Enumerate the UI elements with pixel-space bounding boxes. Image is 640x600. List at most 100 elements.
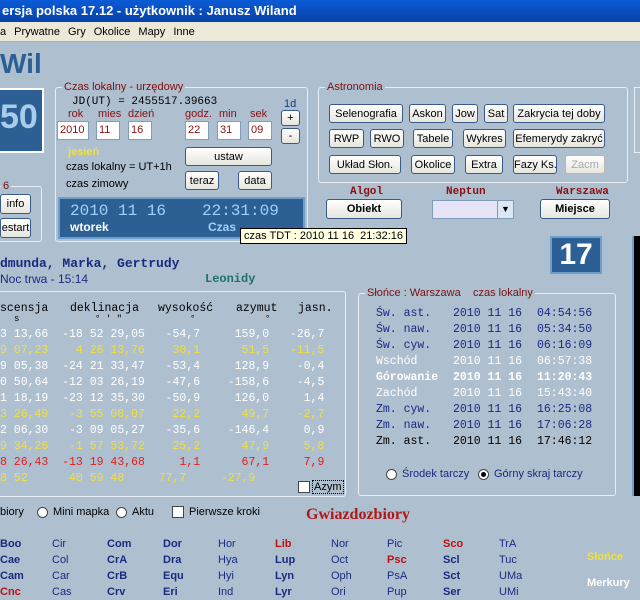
constellation-link[interactable]: Hya [218, 554, 238, 566]
algol-label: Algol [350, 186, 384, 198]
constellation-link[interactable]: Tuc [499, 554, 517, 566]
planet-row: 9 05,38 -24 21 33,47 -53,4 128,9 -0,4 [0, 360, 325, 373]
constellation-link[interactable]: UMi [499, 586, 519, 598]
minus-button[interactable]: - [281, 128, 300, 144]
menu-item-inne[interactable]: Inne [173, 22, 194, 42]
planet-row: 3 26,49 -3 55 08,07 22,2 49,7 -2,7 [0, 408, 325, 421]
minute-input[interactable]: 31 [217, 121, 241, 140]
constellation-link[interactable]: Cas [52, 586, 72, 598]
constellation-link[interactable]: Lyr [275, 586, 292, 598]
date-button[interactable]: data [238, 171, 272, 190]
menu-bar: a Prywatne Gry Okolice Mapy Inne [0, 22, 640, 42]
object-select[interactable]: ▼ [432, 200, 514, 219]
info-button[interactable]: info [0, 194, 31, 214]
menu-item-okolice[interactable]: Okolice [94, 22, 131, 42]
dropdown-arrow-icon[interactable]: ▼ [497, 201, 513, 218]
constellation-link[interactable]: Cam [0, 570, 24, 582]
plus-button[interactable]: + [281, 110, 300, 126]
menu-item-gry[interactable]: Gry [68, 22, 86, 42]
sat-button[interactable]: Sat [484, 104, 508, 123]
askon-button[interactable]: Askon [409, 104, 446, 123]
sun-cell-d: 2010 11 16 [453, 355, 523, 368]
azym-label: Azym [312, 480, 344, 494]
mercury-link[interactable]: Merkury [587, 577, 630, 589]
menu-item-prywatne[interactable]: Prywatne [14, 22, 60, 42]
rwp-button[interactable]: RWP [329, 129, 364, 148]
constellation-link[interactable]: Crv [107, 586, 125, 598]
constellation-link[interactable]: Oph [331, 570, 352, 582]
constellation-link[interactable]: Hyi [218, 570, 234, 582]
constellation-link[interactable]: Sco [443, 538, 463, 550]
sun-cell-d: 2010 11 16 [453, 371, 523, 384]
constellation-link[interactable]: PsA [387, 570, 407, 582]
constellation-link[interactable]: Lup [275, 554, 295, 566]
aktu-radio[interactable] [116, 507, 127, 518]
zacm-button[interactable]: Zacm [565, 155, 605, 174]
constellation-link[interactable]: Ori [331, 586, 346, 598]
now-button[interactable]: teraz [185, 171, 219, 190]
display-date: 2010 11 16 [70, 202, 167, 220]
wykres-button[interactable]: Wykres [463, 129, 506, 148]
miejsce-button[interactable]: Miejsce [540, 199, 610, 219]
obiekt-button[interactable]: Obiekt [326, 199, 402, 219]
constellation-link[interactable]: Scl [443, 554, 460, 566]
year-input[interactable]: 2010 [57, 121, 89, 140]
constellation-link[interactable]: Cir [52, 538, 66, 550]
okolice-button[interactable]: Okolice [411, 155, 455, 174]
first-steps-checkbox[interactable] [172, 506, 184, 518]
constellation-link[interactable]: Cae [0, 554, 20, 566]
astronomy-label: Astronomia [325, 81, 385, 93]
constellation-link[interactable]: TrA [499, 538, 516, 550]
zakrycia-button[interactable]: Zakrycia tej doby [513, 104, 605, 123]
upper-limb-radio[interactable] [478, 469, 489, 480]
restart-button[interactable]: estart [0, 218, 31, 238]
constellation-link[interactable]: Dor [163, 538, 182, 550]
sun-cell-t: 16:25:08 [537, 403, 593, 416]
azym-checkbox[interactable] [298, 481, 310, 493]
extra-button[interactable]: Extra [465, 155, 503, 174]
constellation-link[interactable]: Equ [163, 570, 184, 582]
rwo-button[interactable]: RWO [370, 129, 404, 148]
constellation-link[interactable]: Psc [387, 554, 407, 566]
menu-item[interactable]: a [0, 22, 6, 42]
constellation-link[interactable]: Oct [331, 554, 348, 566]
constellation-link[interactable]: UMa [499, 570, 522, 582]
constellation-link[interactable]: CrB [107, 570, 127, 582]
bottom-option-1[interactable]: biory [0, 506, 24, 518]
mini-map-radio[interactable] [37, 507, 48, 518]
tabele-button[interactable]: Tabele [413, 129, 453, 148]
year-label: rok [68, 108, 84, 120]
constellation-link[interactable]: Car [52, 570, 70, 582]
constellation-link[interactable]: Ind [218, 586, 233, 598]
constellation-link[interactable]: CrA [107, 554, 127, 566]
constellation-link[interactable]: Ser [443, 586, 461, 598]
constellation-link[interactable]: Eri [163, 586, 178, 598]
hour-input[interactable]: 22 [185, 121, 209, 140]
constellation-link[interactable]: Lyn [275, 570, 294, 582]
sun-link[interactable]: Słońce [587, 551, 623, 563]
constellation-link[interactable]: Col [52, 554, 69, 566]
set-button[interactable]: ustaw [185, 147, 272, 166]
jow-button[interactable]: Jow [452, 104, 478, 123]
selenografia-button[interactable]: Selenografia [329, 104, 403, 123]
efemerydy-button[interactable]: Efemerydy zakryć [513, 129, 605, 148]
constellation-link[interactable]: Hor [218, 538, 236, 550]
constellation-link[interactable]: Lib [275, 538, 292, 550]
constellation-link[interactable]: Com [107, 538, 131, 550]
constellation-link[interactable]: Boo [0, 538, 21, 550]
uklad-button[interactable]: Układ Słon. [329, 155, 401, 174]
constellation-link[interactable]: Cnc [0, 586, 21, 598]
menu-item-mapy[interactable]: Mapy [138, 22, 165, 42]
constellation-link[interactable]: Nor [331, 538, 349, 550]
second-input[interactable]: 09 [248, 121, 272, 140]
fazy-button[interactable]: Fazy Ks. [513, 155, 557, 174]
center-disk-radio[interactable] [386, 469, 397, 480]
day-input[interactable]: 16 [128, 121, 152, 140]
constellation-link[interactable]: Sct [443, 570, 460, 582]
month-input[interactable]: 11 [96, 121, 120, 140]
constellation-link[interactable]: Pup [387, 586, 407, 598]
sun-cell-n: Górowanie [376, 371, 439, 384]
constellation-link[interactable]: Dra [163, 554, 181, 566]
sun-cell-t: 11:20:43 [537, 371, 593, 384]
constellation-link[interactable]: Pic [387, 538, 402, 550]
